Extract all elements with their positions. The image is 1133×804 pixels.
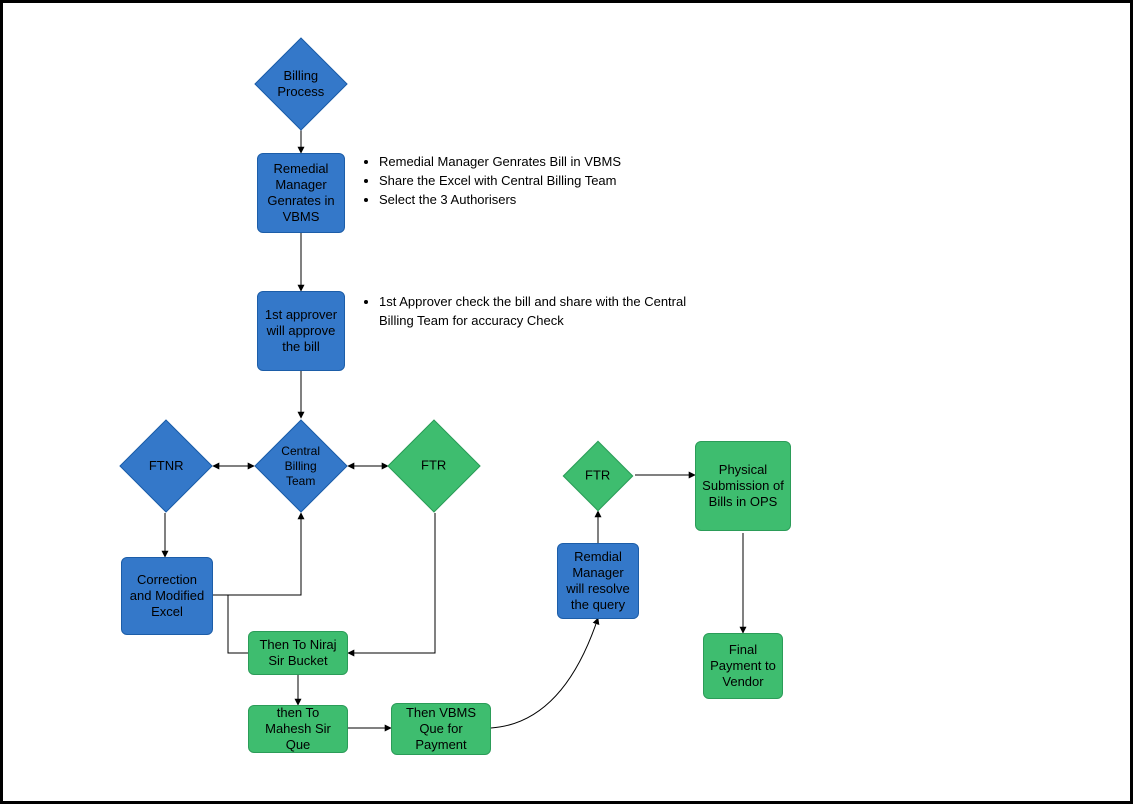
- label-ftr-1: FTR: [421, 458, 446, 474]
- node-final-payment: Final Payment to Vendor: [703, 633, 783, 699]
- label-vbms-que-payment: Then VBMS Que for Payment: [396, 705, 486, 754]
- label-remedial-manager-generates: Remedial Manager Genrates in VBMS: [262, 161, 340, 226]
- label-niraj-bucket: Then To Niraj Sir Bucket: [253, 637, 343, 670]
- node-resolve-query: Remdial Manager will resolve the query: [557, 543, 639, 619]
- annotation-2-item: 1st Approver check the bill and share wi…: [379, 293, 701, 331]
- annotation-1-item: Select the 3 Authorisers: [379, 191, 701, 210]
- label-billing-process: Billing Process: [269, 68, 333, 101]
- label-central-billing-team: Central Billing Team: [269, 444, 333, 489]
- node-niraj-bucket: Then To Niraj Sir Bucket: [248, 631, 348, 675]
- annotation-2: 1st Approver check the bill and share wi…: [361, 293, 701, 331]
- label-resolve-query: Remdial Manager will resolve the query: [562, 549, 634, 614]
- label-ftnr: FTNR: [149, 458, 184, 474]
- node-first-approver: 1st approver will approve the bill: [257, 291, 345, 371]
- label-ftr-2: FTR: [585, 468, 610, 484]
- node-remedial-manager-generates: Remedial Manager Genrates in VBMS: [257, 153, 345, 233]
- annotation-1: Remedial Manager Genrates Bill in VBMS S…: [361, 153, 701, 210]
- annotation-1-item: Remedial Manager Genrates Bill in VBMS: [379, 153, 701, 172]
- label-final-payment: Final Payment to Vendor: [708, 642, 778, 691]
- node-central-billing-team: Central Billing Team: [254, 419, 347, 512]
- node-ftnr: FTNR: [119, 419, 212, 512]
- node-correction-excel: Correction and Modified Excel: [121, 557, 213, 635]
- node-ftr-1: FTR: [387, 419, 480, 512]
- annotation-1-item: Share the Excel with Central Billing Tea…: [379, 172, 701, 191]
- label-first-approver: 1st approver will approve the bill: [262, 307, 340, 356]
- label-physical-submission: Physical Submission of Bills in OPS: [700, 462, 786, 511]
- node-billing-process: Billing Process: [254, 37, 347, 130]
- node-mahesh-que: then To Mahesh Sir Que: [248, 705, 348, 753]
- label-mahesh-que: then To Mahesh Sir Que: [253, 705, 343, 754]
- node-vbms-que-payment: Then VBMS Que for Payment: [391, 703, 491, 755]
- node-physical-submission: Physical Submission of Bills in OPS: [695, 441, 791, 531]
- label-correction-excel: Correction and Modified Excel: [126, 572, 208, 621]
- node-ftr-2: FTR: [563, 441, 634, 512]
- arrows-layer: [3, 3, 1133, 804]
- diagram-frame: Billing Process Remedial Manager Genrate…: [0, 0, 1133, 804]
